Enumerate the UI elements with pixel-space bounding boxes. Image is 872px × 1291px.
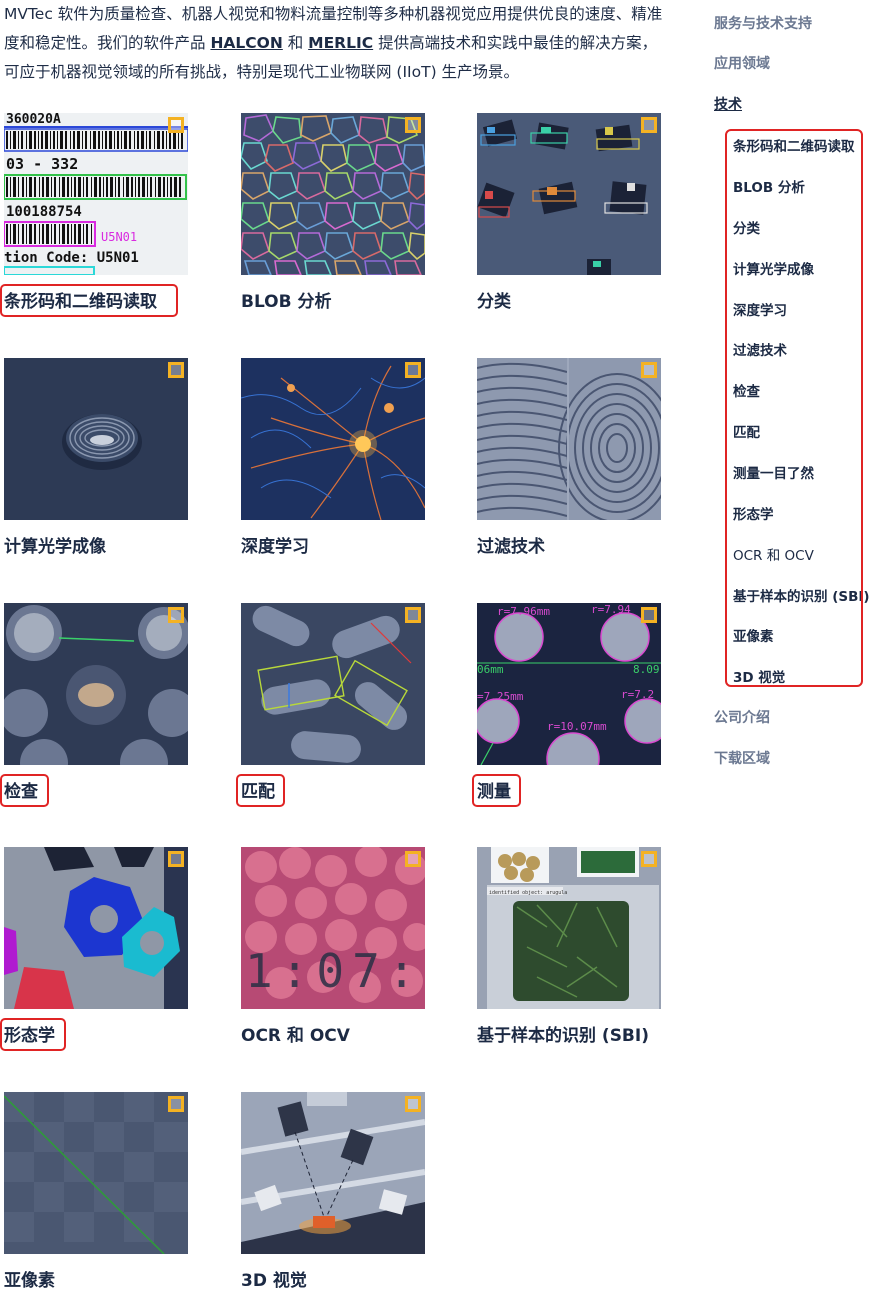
halcon-link[interactable]: HALCON	[210, 34, 282, 52]
sidebar-subitem-measuring[interactable]: 测量一目了然	[733, 462, 814, 482]
merlic-link[interactable]: MERLIC	[308, 34, 373, 52]
tile-label[interactable]: 基于样本的识别 (SBI)	[477, 1021, 649, 1046]
barcode-text: 360020A	[6, 113, 61, 127]
morphology-image	[4, 847, 188, 1009]
tile-label[interactable]: 测量	[477, 777, 511, 802]
ocr-text: 1:07:	[245, 944, 423, 998]
select-checkbox-icon[interactable]	[405, 607, 421, 623]
barcode-image: 360020A 03 - 332 100188754 U5N01 tion Co…	[4, 113, 188, 275]
sbi-tag-text: identified object: arugula	[489, 890, 567, 896]
tile-label[interactable]: 条形码和二维码读取	[4, 287, 157, 312]
sidebar-subitem-blob[interactable]: BLOB 分析	[733, 176, 805, 196]
barcode-text: 100188754	[6, 204, 82, 220]
select-checkbox-icon[interactable]	[168, 607, 184, 623]
measuring-image: r=7.96mm r=7.94 06mm 8.09 =7.25mm r=7.2 …	[477, 603, 661, 765]
deep-learning-image	[241, 358, 425, 520]
measuring-thumbnail[interactable]: r=7.96mm r=7.94 06mm 8.09 =7.25mm r=7.2 …	[477, 603, 661, 765]
select-checkbox-icon[interactable]	[641, 117, 657, 133]
tile-label[interactable]: 计算光学成像	[4, 532, 106, 557]
select-checkbox-icon[interactable]	[641, 362, 657, 378]
measure-text: r=7.2	[621, 688, 654, 701]
select-checkbox-icon[interactable]	[168, 851, 184, 867]
sidebar-subitem-inspection[interactable]: 检查	[733, 380, 760, 400]
sidebar-item-downloads[interactable]: 下载区域	[714, 748, 770, 768]
select-checkbox-icon[interactable]	[168, 1096, 184, 1112]
matching-image	[241, 603, 425, 765]
measure-text: r=7.96mm	[497, 605, 550, 618]
blob-image	[241, 113, 425, 275]
sidebar-subitem-matching[interactable]: 匹配	[733, 421, 760, 441]
intro-paragraph: MVTec 软件为质量检查、机器人视觉和物料流量控制等多种机器视觉应用提供优良的…	[4, 0, 664, 87]
sidebar-subitem-3d-vision[interactable]: 3D 视觉	[733, 666, 785, 686]
sbi-image: identified object: arugula	[477, 847, 661, 1009]
3d-vision-thumbnail[interactable]	[241, 1092, 425, 1254]
select-checkbox-icon[interactable]	[641, 851, 657, 867]
inspection-thumbnail[interactable]	[4, 603, 188, 765]
sidebar-subitem-computational-imaging[interactable]: 计算光学成像	[733, 258, 814, 278]
sidebar-subitem-filtering[interactable]: 过滤技术	[733, 339, 787, 359]
deep-learning-thumbnail[interactable]	[241, 358, 425, 520]
sidebar-item-company[interactable]: 公司介绍	[714, 707, 770, 727]
ocr-image: 1:07:	[241, 847, 425, 1009]
fingerprint-image	[477, 358, 661, 520]
tile-label[interactable]: OCR 和 OCV	[241, 1021, 350, 1046]
tile-label[interactable]: 3D 视觉	[241, 1266, 307, 1291]
select-checkbox-icon[interactable]	[405, 117, 421, 133]
sidebar-item-technology[interactable]: 技术	[714, 94, 742, 114]
sidebar-subitem-subpixel[interactable]: 亚像素	[733, 625, 774, 645]
select-checkbox-icon[interactable]	[641, 607, 657, 623]
subpixel-thumbnail[interactable]	[4, 1092, 188, 1254]
intro-text: 和	[282, 34, 309, 52]
tile-label[interactable]: 亚像素	[4, 1266, 55, 1291]
barcode-text: U5N01	[101, 230, 137, 244]
sidebar-item-service[interactable]: 服务与技术支持	[714, 13, 812, 33]
sidebar-subitem-barcode[interactable]: 条形码和二维码读取	[733, 135, 855, 155]
ocr-thumbnail[interactable]: 1:07:	[241, 847, 425, 1009]
sidebar-subitem-ocr[interactable]: OCR 和 OCV	[733, 544, 814, 564]
select-checkbox-icon[interactable]	[168, 362, 184, 378]
measure-text: =7.25mm	[477, 690, 524, 703]
measure-text: r=7.94	[591, 603, 631, 616]
select-checkbox-icon[interactable]	[405, 851, 421, 867]
barcode-text: 03 - 332	[6, 155, 78, 173]
3d-vision-image	[241, 1092, 425, 1254]
measure-text: 06mm	[477, 663, 504, 676]
subpixel-image	[4, 1092, 188, 1254]
sidebar-subitem-sbi[interactable]: 基于样本的识别 (SBI)	[733, 585, 870, 605]
sidebar-item-applications[interactable]: 应用领域	[714, 53, 770, 73]
tile-label[interactable]: 形态学	[4, 1021, 55, 1046]
inspection-image	[4, 603, 188, 765]
computational-imaging-image	[4, 358, 188, 520]
tile-label[interactable]: BLOB 分析	[241, 287, 332, 312]
select-checkbox-icon[interactable]	[405, 1096, 421, 1112]
select-checkbox-icon[interactable]	[168, 117, 184, 133]
measure-text: r=10.07mm	[547, 720, 607, 733]
select-checkbox-icon[interactable]	[405, 362, 421, 378]
fingerprint-thumbnail[interactable]	[477, 358, 661, 520]
tile-label[interactable]: 深度学习	[241, 532, 309, 557]
barcode-text: tion Code: U5N01	[4, 250, 139, 266]
matching-thumbnail[interactable]	[241, 603, 425, 765]
measure-text: 8.09	[633, 663, 660, 676]
classification-thumbnail[interactable]	[477, 113, 661, 275]
sidebar-subitem-classification[interactable]: 分类	[733, 217, 760, 237]
tile-label[interactable]: 匹配	[241, 777, 275, 802]
computational-imaging-thumbnail[interactable]	[4, 358, 188, 520]
barcode-thumbnail[interactable]: 360020A 03 - 332 100188754 U5N01 tion Co…	[4, 113, 188, 275]
morphology-thumbnail[interactable]	[4, 847, 188, 1009]
sbi-thumbnail[interactable]: identified object: arugula	[477, 847, 661, 1009]
blob-thumbnail[interactable]	[241, 113, 425, 275]
classification-image	[477, 113, 661, 275]
tile-label[interactable]: 分类	[477, 287, 511, 312]
sidebar-subitem-morphology[interactable]: 形态学	[733, 503, 774, 523]
tile-label[interactable]: 过滤技术	[477, 532, 545, 557]
tile-label[interactable]: 检查	[4, 777, 38, 802]
sidebar-subitem-deep-learning[interactable]: 深度学习	[733, 299, 787, 319]
